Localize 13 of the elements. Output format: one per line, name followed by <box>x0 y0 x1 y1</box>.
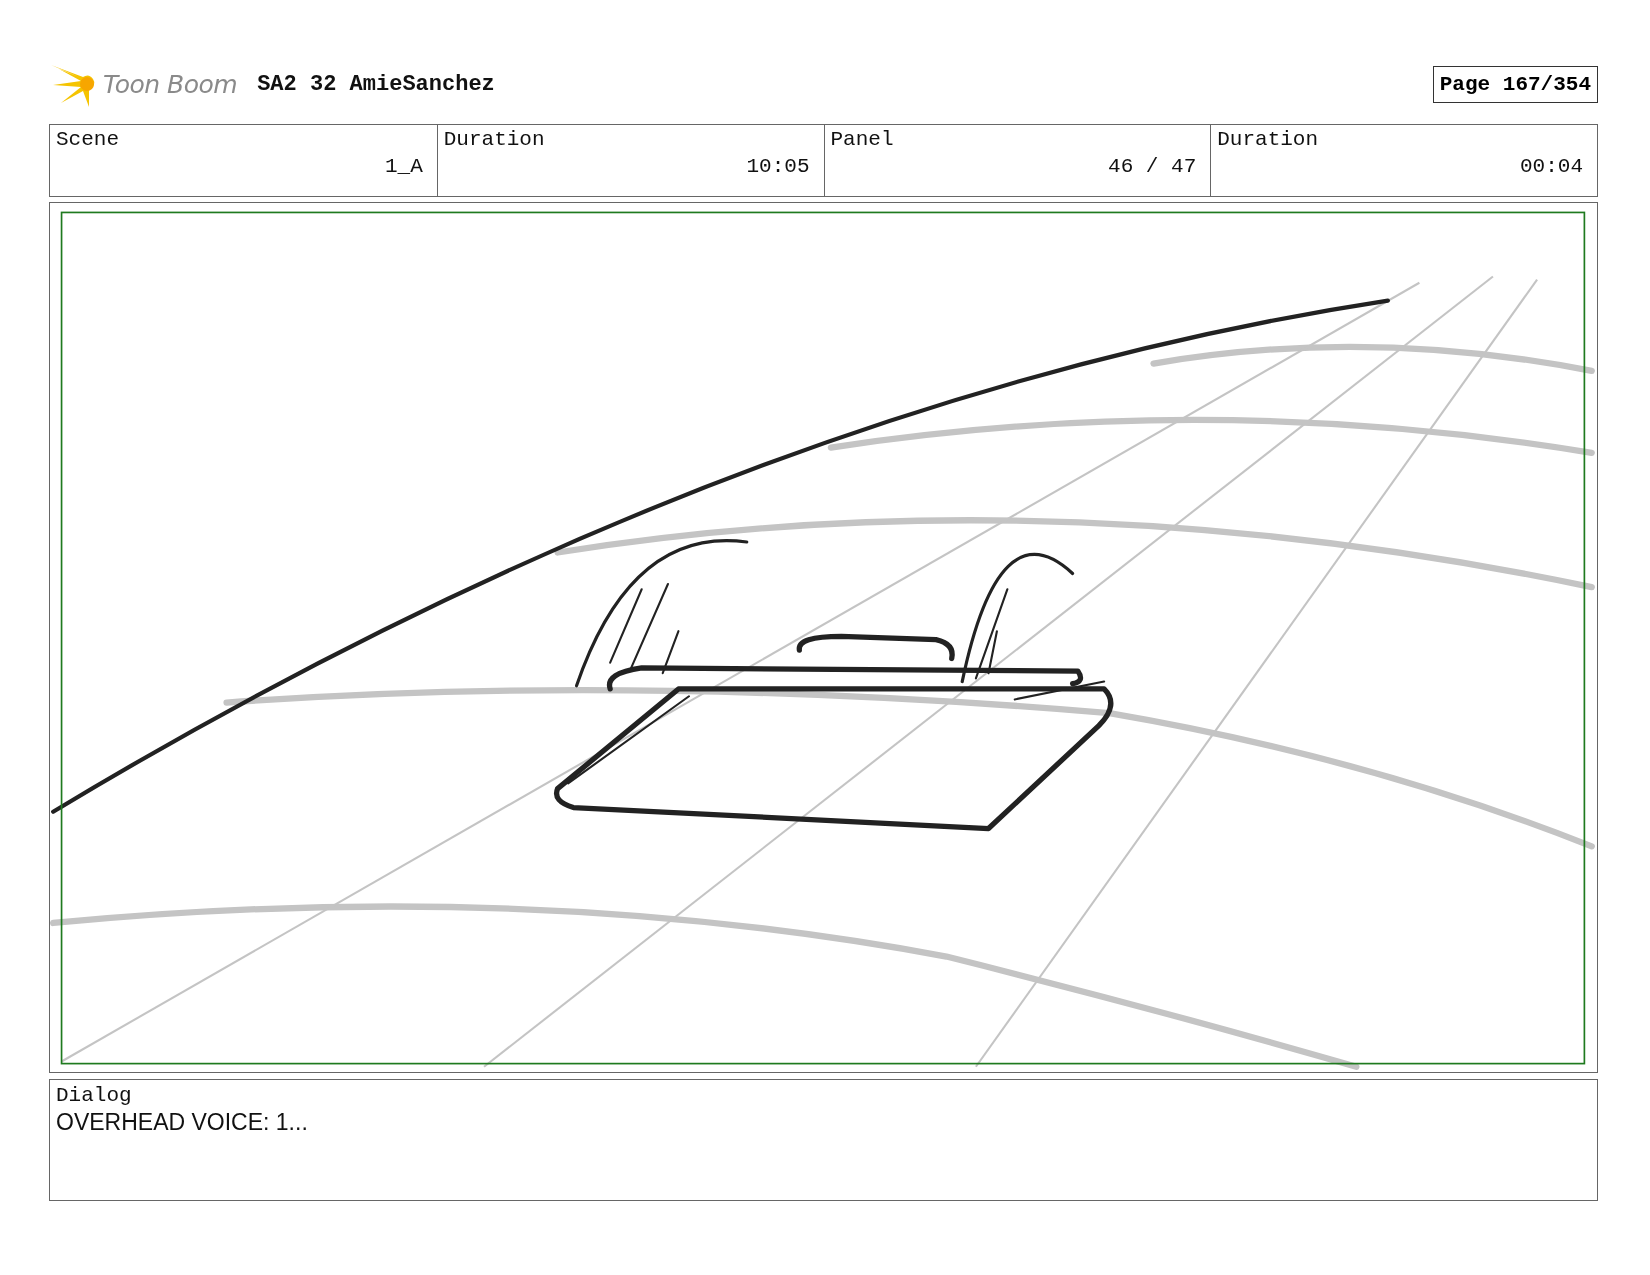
logo-text: Toon Boom <box>103 69 238 99</box>
info-value: 46 / 47 <box>1108 155 1197 178</box>
dialog-label: Dialog <box>56 1084 132 1107</box>
info-label: Duration <box>1217 128 1319 151</box>
info-value: 00:04 <box>1520 155 1583 178</box>
page-number: Page 167/354 <box>1432 65 1598 103</box>
info-label: Panel <box>830 128 894 151</box>
info-label: Duration <box>443 128 545 151</box>
project-title: SA2 32 AmieSanchez <box>257 71 495 97</box>
dialog-text: OVERHEAD VOICE: 1... <box>56 1109 308 1136</box>
info-label: Scene <box>56 128 119 151</box>
info-value: 10:05 <box>746 155 810 178</box>
info-value: 1_A <box>384 155 423 178</box>
